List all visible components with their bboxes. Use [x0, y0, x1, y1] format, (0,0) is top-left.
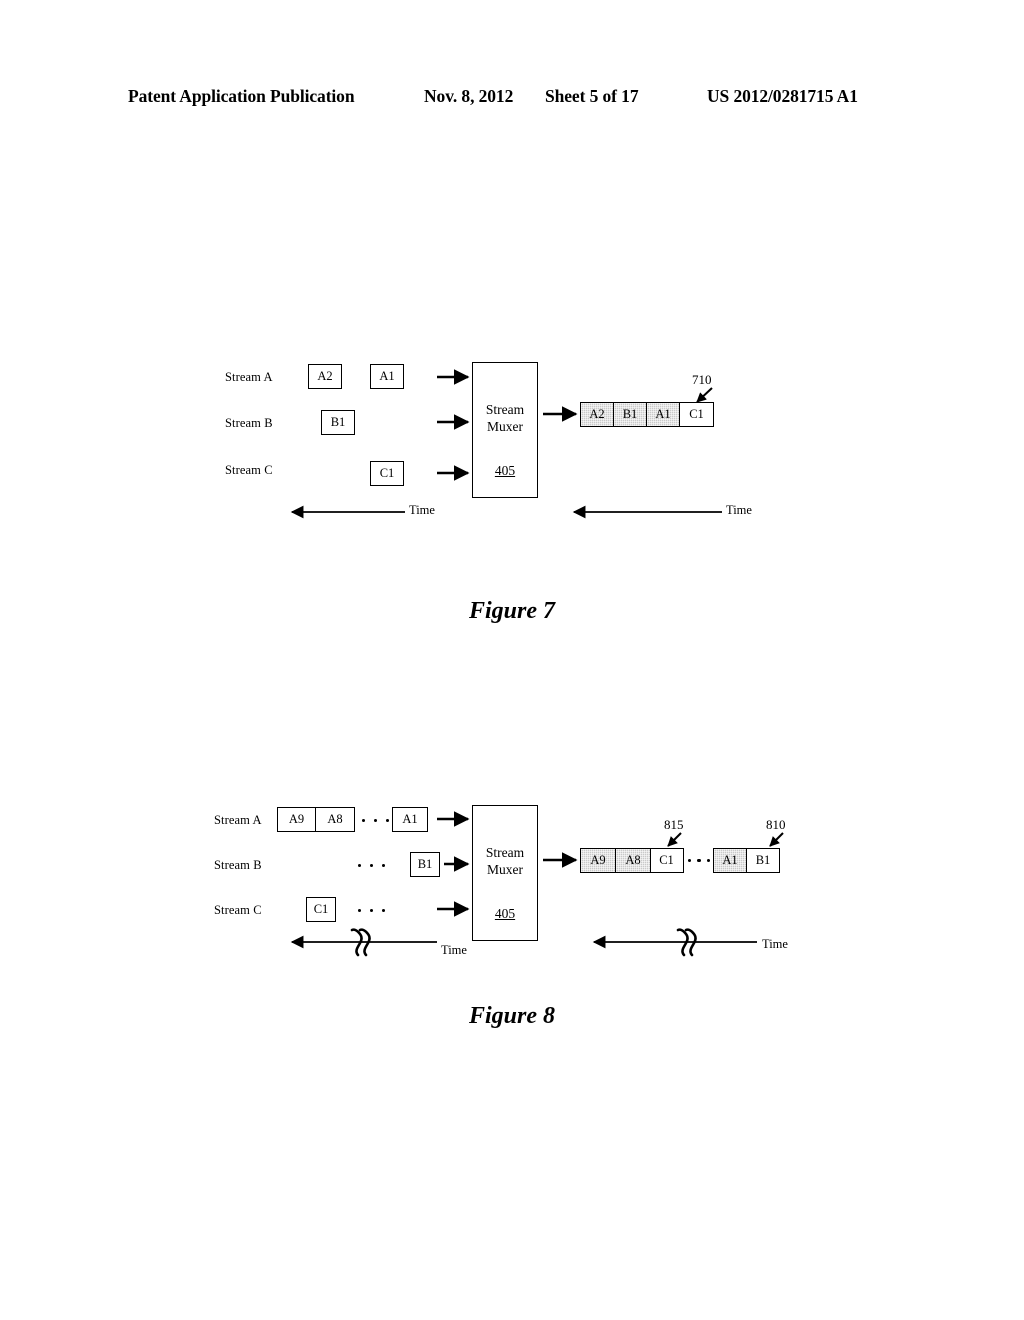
fig8-output-group-right: A1 B1	[713, 848, 780, 873]
header-sheet-number: Sheet 5 of 17	[545, 86, 639, 106]
fig7-output-cell-1: B1	[614, 403, 647, 426]
fig8-stream-muxer-block: Stream Muxer 405	[472, 805, 538, 941]
fig7-output-cell-2: A1	[647, 403, 680, 426]
fig8-ellipsis-stream-a	[362, 818, 389, 823]
fig7-input-packet-a2: A2	[308, 364, 342, 389]
fig7-stream-a-label: Stream A	[225, 370, 273, 384]
fig7-muxer-title: Stream Muxer	[486, 402, 524, 436]
fig7-stream-c-label: Stream C	[225, 463, 273, 477]
fig8-axis-break-right	[676, 928, 697, 957]
fig8-input-group-stream-a: A9 A8	[277, 807, 355, 832]
fig8-callout-leader-815	[667, 832, 682, 847]
fig8-input-cell-a9: A9	[278, 808, 317, 831]
fig8-time-label-right: Time	[762, 937, 788, 951]
fig8-reference-callout-815: 815	[664, 817, 684, 832]
fig8-stream-c-label: Stream C	[214, 903, 262, 917]
fig7-muxer-title-line1: Stream	[485, 402, 525, 418]
fig8-output-left-cell-0: A9	[581, 849, 616, 872]
fig8-input-cell-a8: A8	[316, 808, 354, 831]
fig7-time-label-right: Time	[726, 503, 752, 517]
fig8-output-right-cell-0: A1	[714, 849, 747, 872]
fig7-input-packet-a1: A1	[370, 364, 404, 389]
fig7-stream-b-label: Stream B	[225, 416, 273, 430]
fig8-time-label-left: Time	[441, 943, 467, 957]
fig8-muxer-reference-number: 405	[494, 906, 516, 921]
fig7-muxer-reference-number: 405	[494, 463, 516, 478]
fig7-callout-leader-710	[696, 387, 713, 403]
fig8-stream-b-label: Stream B	[214, 858, 262, 872]
header-patent-number: US 2012/0281715 A1	[707, 86, 858, 106]
fig7-output-cell-0: A2	[581, 403, 614, 426]
fig7-stream-muxer-block: Stream Muxer 405	[472, 362, 538, 498]
fig8-output-left-cell-1: A8	[616, 849, 651, 872]
fig8-muxer-title-line2: Muxer	[487, 862, 523, 878]
page-header: Patent Application Publication Nov. 8, 2…	[0, 86, 1024, 112]
fig7-time-label-left: Time	[409, 503, 435, 517]
fig7-output-stream-group: A2 B1 A1 C1	[580, 402, 714, 427]
fig8-output-group-left: A9 A8 C1	[580, 848, 684, 873]
fig8-input-packet-c1: C1	[306, 897, 336, 922]
fig8-muxer-title-line1: Stream	[485, 845, 525, 861]
fig7-output-cell-3: C1	[680, 403, 713, 426]
fig8-output-right-cell-1: B1	[747, 849, 779, 872]
fig8-input-packet-a1: A1	[392, 807, 428, 832]
fig7-input-packet-b1: B1	[321, 410, 355, 435]
figure-7: Stream A Stream B Stream C A2 A1 B1 C1 S…	[0, 340, 1024, 640]
fig7-caption: Figure 7	[468, 598, 555, 624]
fig8-muxer-title: Stream Muxer	[486, 845, 524, 879]
fig8-axis-break-left	[350, 928, 371, 957]
fig7-input-packet-c1: C1	[370, 461, 404, 486]
fig8-ellipsis-output	[688, 858, 710, 863]
fig8-reference-callout-810: 810	[766, 817, 786, 832]
header-date: Nov. 8, 2012	[424, 86, 514, 106]
fig7-muxer-title-line2: Muxer	[487, 419, 523, 435]
fig8-callout-leader-810	[769, 832, 784, 847]
fig8-stream-a-label: Stream A	[214, 813, 262, 827]
fig8-ellipsis-stream-c	[358, 908, 385, 913]
fig8-caption: Figure 8	[468, 1003, 555, 1029]
fig8-output-left-cell-2: C1	[651, 849, 682, 872]
fig7-reference-callout-710: 710	[692, 372, 712, 387]
figure-8: Stream A Stream B Stream C A9 A8 A1 B1 C…	[0, 785, 1024, 1050]
fig8-ellipsis-stream-b	[358, 863, 385, 868]
fig8-input-packet-b1: B1	[410, 852, 440, 877]
header-publication-title: Patent Application Publication	[128, 86, 355, 106]
